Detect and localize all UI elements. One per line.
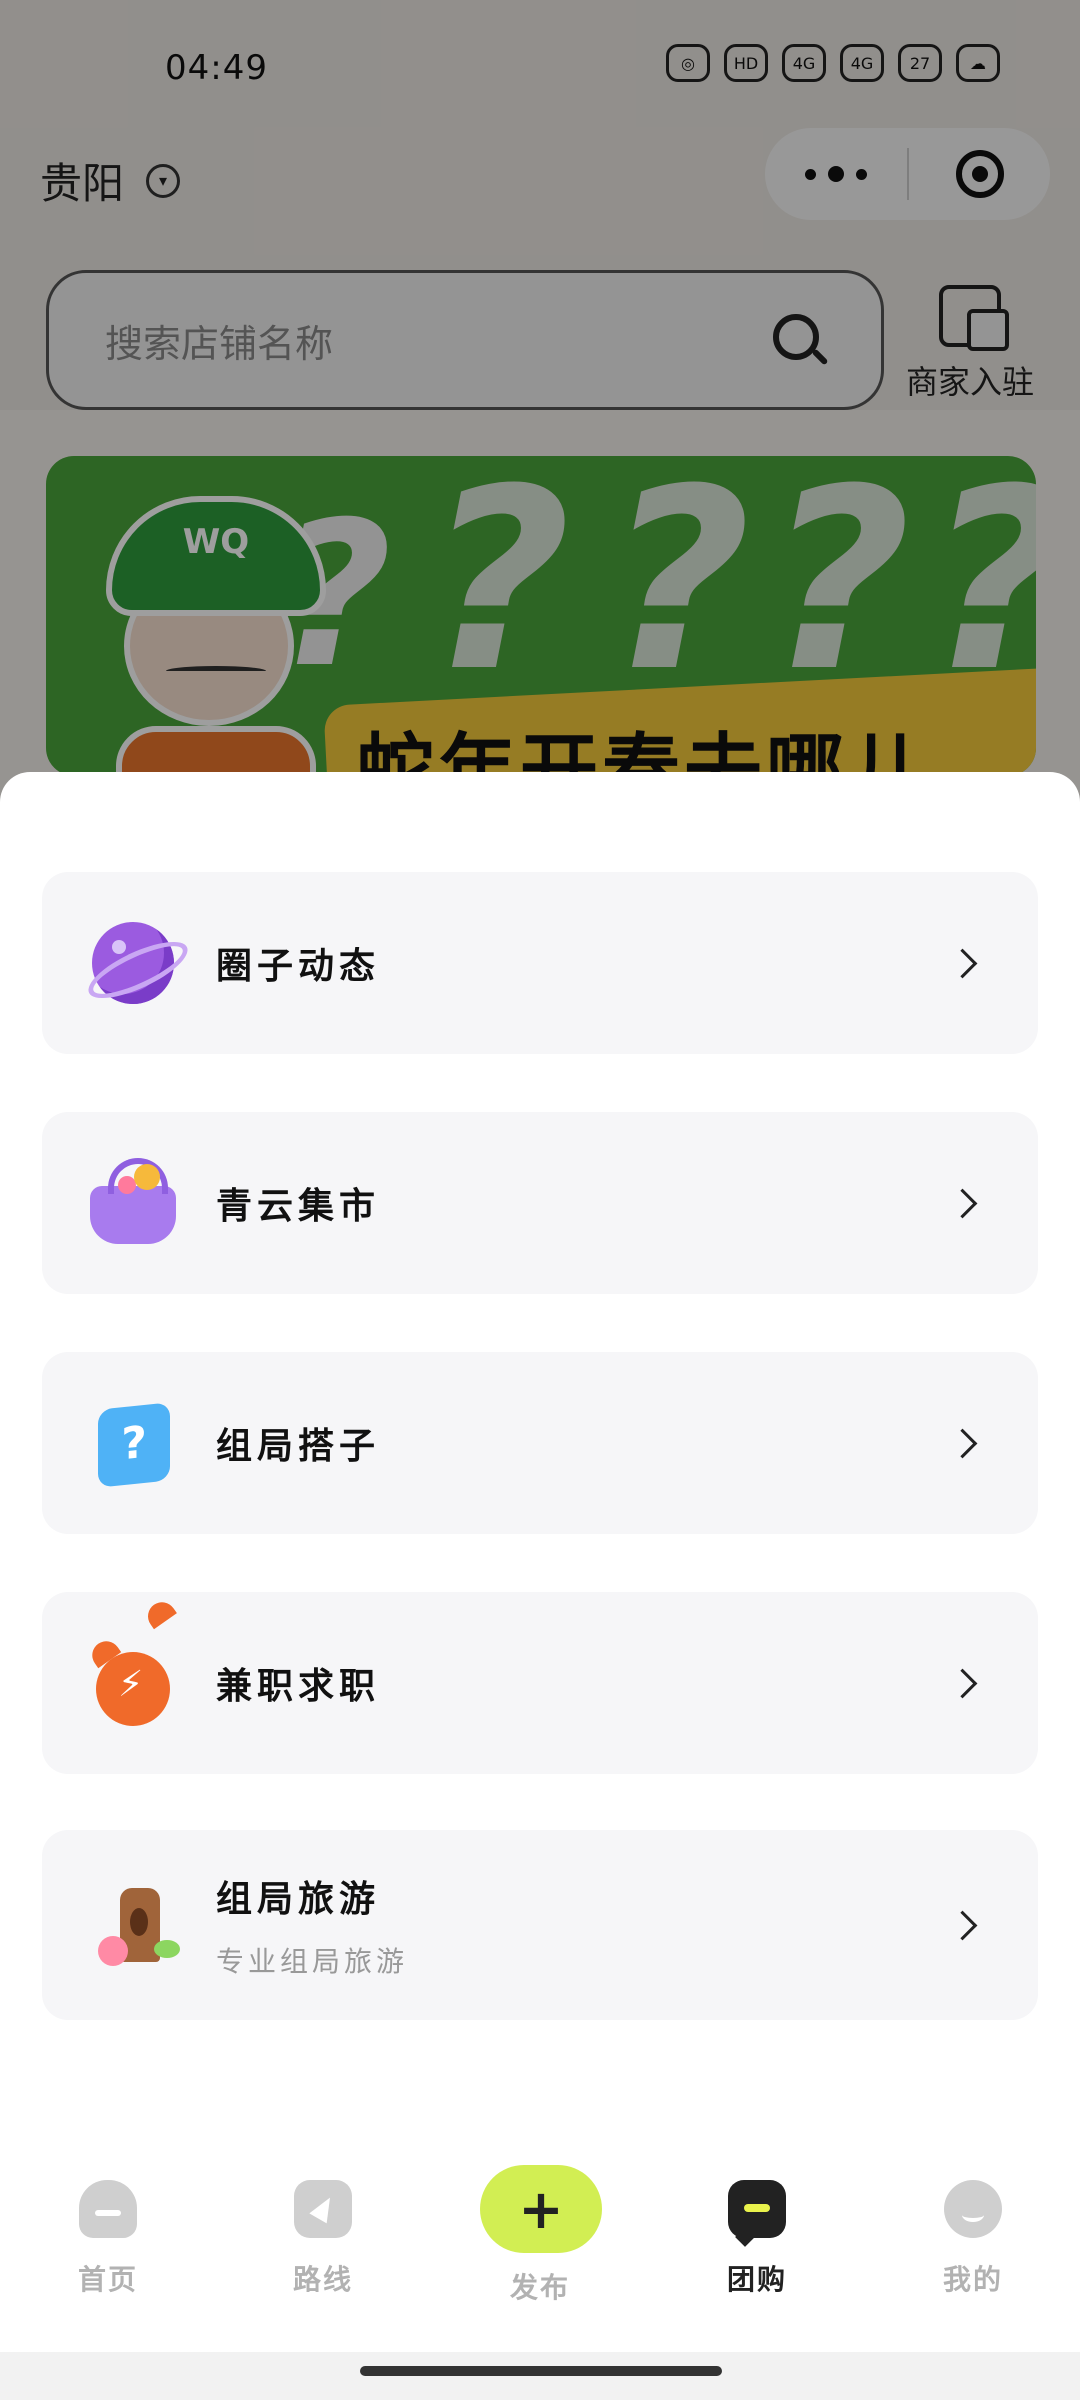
menu-item-title: 圈子动态	[216, 946, 381, 987]
tab-route[interactable]: 路线	[253, 2180, 393, 2298]
home-indicator[interactable]	[360, 2366, 722, 2376]
tree-trunk-icon	[90, 1882, 180, 1968]
menu-item-title: 组局旅游	[216, 1879, 381, 1920]
basket-icon	[90, 1158, 176, 1246]
smile-icon	[944, 2180, 1002, 2238]
menu-item-market[interactable]: 青云集市	[42, 1112, 1038, 1294]
planet-icon	[90, 920, 176, 1006]
tab-mine[interactable]: 我的	[903, 2180, 1043, 2298]
tab-home[interactable]: 首页	[38, 2180, 178, 2298]
system-nav-area	[0, 2352, 1080, 2400]
tab-label: 我的	[942, 2263, 1003, 2296]
chevron-right-icon	[944, 1905, 984, 1945]
route-icon	[294, 2180, 352, 2238]
chevron-right-icon	[944, 943, 984, 983]
chevron-right-icon	[944, 1423, 984, 1463]
menu-item-jobs[interactable]: 兼职求职	[42, 1592, 1038, 1774]
menu-item-title: 兼职求职	[216, 1666, 381, 1707]
tab-label: 团购	[726, 2263, 787, 2296]
menu-item-group-travel[interactable]: 组局旅游 专业组局旅游	[42, 1830, 1038, 2020]
chevron-right-icon	[944, 1663, 984, 1703]
tab-label: 首页	[77, 2263, 138, 2296]
menu-item-find-buddy[interactable]: ? 组局搭子	[42, 1352, 1038, 1534]
home-icon	[79, 2180, 137, 2238]
publish-button[interactable]: +	[480, 2165, 602, 2253]
question-cube-icon: ?	[90, 1400, 176, 1488]
chat-icon	[728, 2180, 786, 2238]
menu-item-subtitle: 专业组局旅游	[216, 1945, 409, 1978]
alarm-clock-icon	[90, 1640, 176, 1726]
menu-item-circle-feed[interactable]: 圈子动态	[42, 872, 1038, 1054]
tab-label: 路线	[292, 2263, 353, 2296]
menu-item-title: 青云集市	[216, 1186, 381, 1227]
menu-item-title: 组局搭子	[216, 1426, 381, 1467]
tab-group-buy[interactable]: 团购	[687, 2180, 827, 2298]
plus-icon: +	[518, 2177, 564, 2241]
tab-label: 发布	[509, 2271, 570, 2304]
chevron-right-icon	[944, 1183, 984, 1223]
